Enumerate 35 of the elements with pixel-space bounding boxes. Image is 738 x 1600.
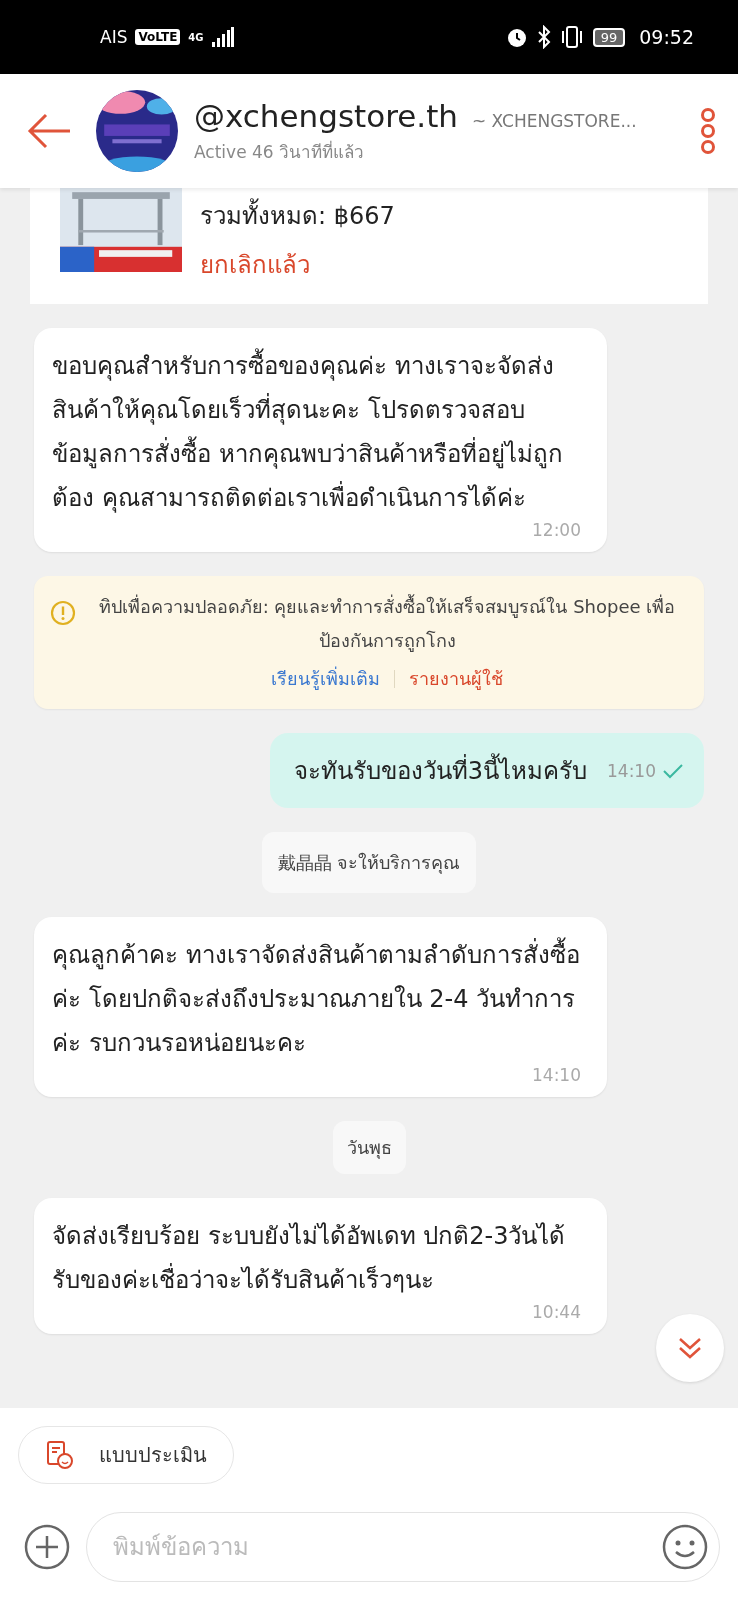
survey-icon bbox=[45, 1440, 75, 1470]
survey-button[interactable]: แบบประเมิน bbox=[18, 1426, 234, 1484]
more-icon[interactable] bbox=[700, 108, 716, 154]
add-icon[interactable] bbox=[24, 1524, 70, 1570]
network-type: 4G bbox=[188, 31, 204, 43]
signal-icon bbox=[211, 27, 234, 47]
bluetooth-icon bbox=[536, 25, 551, 49]
battery-level: 99 bbox=[592, 27, 626, 47]
shop-subtitle: ~ XCHENGSTORE... bbox=[471, 110, 637, 131]
scroll-down-button[interactable] bbox=[656, 1314, 724, 1382]
message-text: จัดส่งเรียบร้อย ระบบยังไม่ได้อัพเดท ปกติ2-3วันได้รับของค่ะเชื่อว่าจะได้รับสินค้าเร็วๆนะ bbox=[52, 1221, 567, 1296]
message-time: 12:00 bbox=[531, 520, 581, 540]
link[interactable]: เรียนรู้เพิ่มเติม bbox=[271, 664, 380, 693]
volte-badge: VoLTE bbox=[135, 29, 181, 45]
order-card[interactable]: รวมทั้งหมด: ฿667 ยกเลิกแล้ว bbox=[30, 188, 708, 304]
back-icon[interactable] bbox=[26, 111, 72, 151]
active-status: Active 46 วินาทีที่แล้ว bbox=[194, 139, 366, 164]
message-text: คุณลูกค้าคะ ทางเราจัดส่งสินค้าตามลำดับการสั่งซื้อค่ะ โดยปกติจะส่งถึงประมาณภายใน 2-4 วันทำการค่ะ รบกวนรอหน่อยนะคะ bbox=[52, 933, 581, 1065]
message-text: จะทันรับของวันที่3นี้ไหมครับ bbox=[293, 751, 587, 790]
message-text: ขอบคุณสำหรับการซื้อของคุณค่ะ ทางเราจะจัดส่งสินค้าให้คุณโดยเร็วที่สุดนะคะ โปรดตรวจสอบข้อมูลการสั่งซื้อ หากคุณพบว่าสินค้าหรือที่อยู่ไม่ถูกต้อง คุณสามารถติดต่อเราเพื่อดำเนินการได้ค่ะ bbox=[52, 344, 581, 520]
system-notice: 戴晶晶 จะให้บริการคุณ bbox=[261, 832, 477, 893]
message-input[interactable]: พิมพ์ข้อความ bbox=[86, 1512, 720, 1582]
emoji-icon[interactable] bbox=[662, 1524, 708, 1570]
shop-name: @xchengstore.th bbox=[194, 97, 458, 134]
carrier-name: AIS bbox=[100, 27, 128, 47]
order-status: ยกเลิกแล้ว bbox=[200, 250, 311, 281]
clock: 09:52 bbox=[639, 26, 694, 48]
tip-text: ทิปเพื่อความปลอดภัย: คุยและทำการสั่งซื้อให้เสร็จสมบูรณ์ใน Shopee เพื่อป้องกันการถูกโกง bbox=[97, 593, 677, 654]
message-time: 14:10 bbox=[607, 760, 656, 781]
message-time: 10:44 bbox=[531, 1302, 581, 1322]
date-separator: วันพุธ bbox=[332, 1121, 406, 1174]
link[interactable]: รายงานผู้ใช้ bbox=[409, 664, 503, 693]
warning-icon bbox=[50, 600, 76, 626]
order-total: รวมทั้งหมด: ฿667 bbox=[200, 196, 395, 235]
message-time: 14:10 bbox=[531, 1065, 581, 1085]
